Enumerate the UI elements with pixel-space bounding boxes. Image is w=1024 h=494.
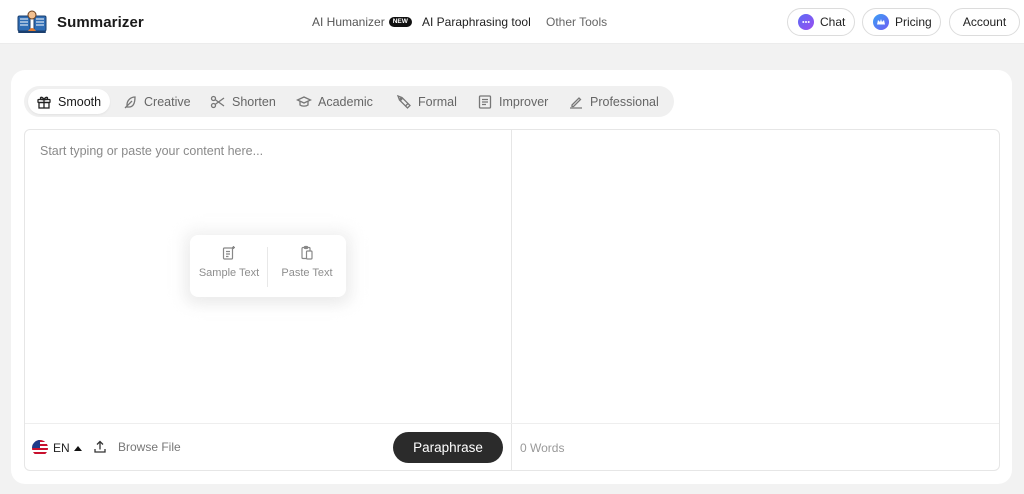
mode-smooth[interactable]: Smooth: [28, 89, 111, 114]
mode-academic[interactable]: Academic: [296, 89, 373, 114]
nav-other-tools[interactable]: Other Tools: [546, 0, 607, 44]
gift-icon: [37, 96, 51, 109]
new-badge: NEW: [388, 17, 412, 27]
paraphrase-button[interactable]: Paraphrase: [393, 432, 503, 463]
scissors-icon: [210, 95, 225, 108]
mode-academic-label: Academic: [318, 94, 373, 109]
sample-text-button[interactable]: Sample Text: [197, 245, 261, 279]
mode-formal-label: Formal: [418, 94, 457, 109]
language-code: EN: [53, 441, 70, 455]
mode-improver[interactable]: Improver: [477, 89, 548, 114]
input-textarea[interactable]: Start typing or paste your content here.…: [40, 144, 263, 158]
editor-frame: [24, 129, 1000, 471]
browse-file-label: Browse File: [118, 440, 181, 454]
pane-divider: [511, 130, 512, 470]
crown-icon: [873, 14, 889, 30]
chat-bubble-icon: [798, 14, 814, 30]
mode-shorten[interactable]: Shorten: [210, 89, 276, 114]
feather-icon: [124, 95, 136, 108]
mode-smooth-label: Smooth: [58, 94, 102, 109]
top-header: Summarizer AI Humanizer NEW AI Paraphras…: [0, 0, 1024, 44]
nav-ai-humanizer-label: AI Humanizer: [312, 15, 385, 29]
nav-ai-humanizer[interactable]: AI Humanizer NEW: [312, 0, 412, 44]
us-flag-icon: [32, 440, 48, 456]
mode-creative[interactable]: Creative: [122, 89, 191, 114]
footer-divider: [25, 423, 999, 424]
word-count: 0 Words: [520, 441, 565, 455]
brand-name: Summarizer: [57, 13, 144, 31]
paste-text-button[interactable]: Paste Text: [277, 245, 337, 279]
mode-creative-label: Creative: [144, 94, 191, 109]
caret-up-icon: [73, 445, 82, 451]
brand-logo[interactable]: Summarizer: [16, 9, 144, 35]
quick-actions-separator: [267, 247, 268, 287]
chat-button[interactable]: Chat: [787, 8, 855, 36]
clipboard-icon: [301, 245, 313, 260]
graduation-cap-icon: [296, 95, 312, 107]
language-selector[interactable]: EN: [32, 439, 82, 457]
mode-formal[interactable]: Formal: [396, 89, 457, 114]
pen-tool-icon: [396, 94, 411, 109]
paste-text-label: Paste Text: [281, 267, 333, 279]
sample-document-icon: [222, 246, 235, 260]
mode-shorten-label: Shorten: [232, 94, 276, 109]
browse-file-button[interactable]: Browse File: [92, 437, 181, 457]
mode-professional[interactable]: Professional: [568, 89, 659, 114]
mode-improver-label: Improver: [499, 94, 549, 109]
mode-professional-label: Professional: [590, 94, 659, 109]
chat-button-label: Chat: [820, 15, 846, 29]
nav-ai-paraphrasing-tool[interactable]: AI Paraphrasing tool: [422, 0, 531, 44]
account-button[interactable]: Account: [949, 8, 1020, 36]
upload-icon: [94, 440, 106, 453]
document-icon: [478, 94, 492, 109]
pricing-button-label: Pricing: [895, 15, 932, 29]
book-reader-icon: [17, 10, 47, 33]
sample-text-label: Sample Text: [198, 267, 260, 279]
pricing-button[interactable]: Pricing: [862, 8, 941, 36]
signature-icon: [570, 96, 582, 109]
